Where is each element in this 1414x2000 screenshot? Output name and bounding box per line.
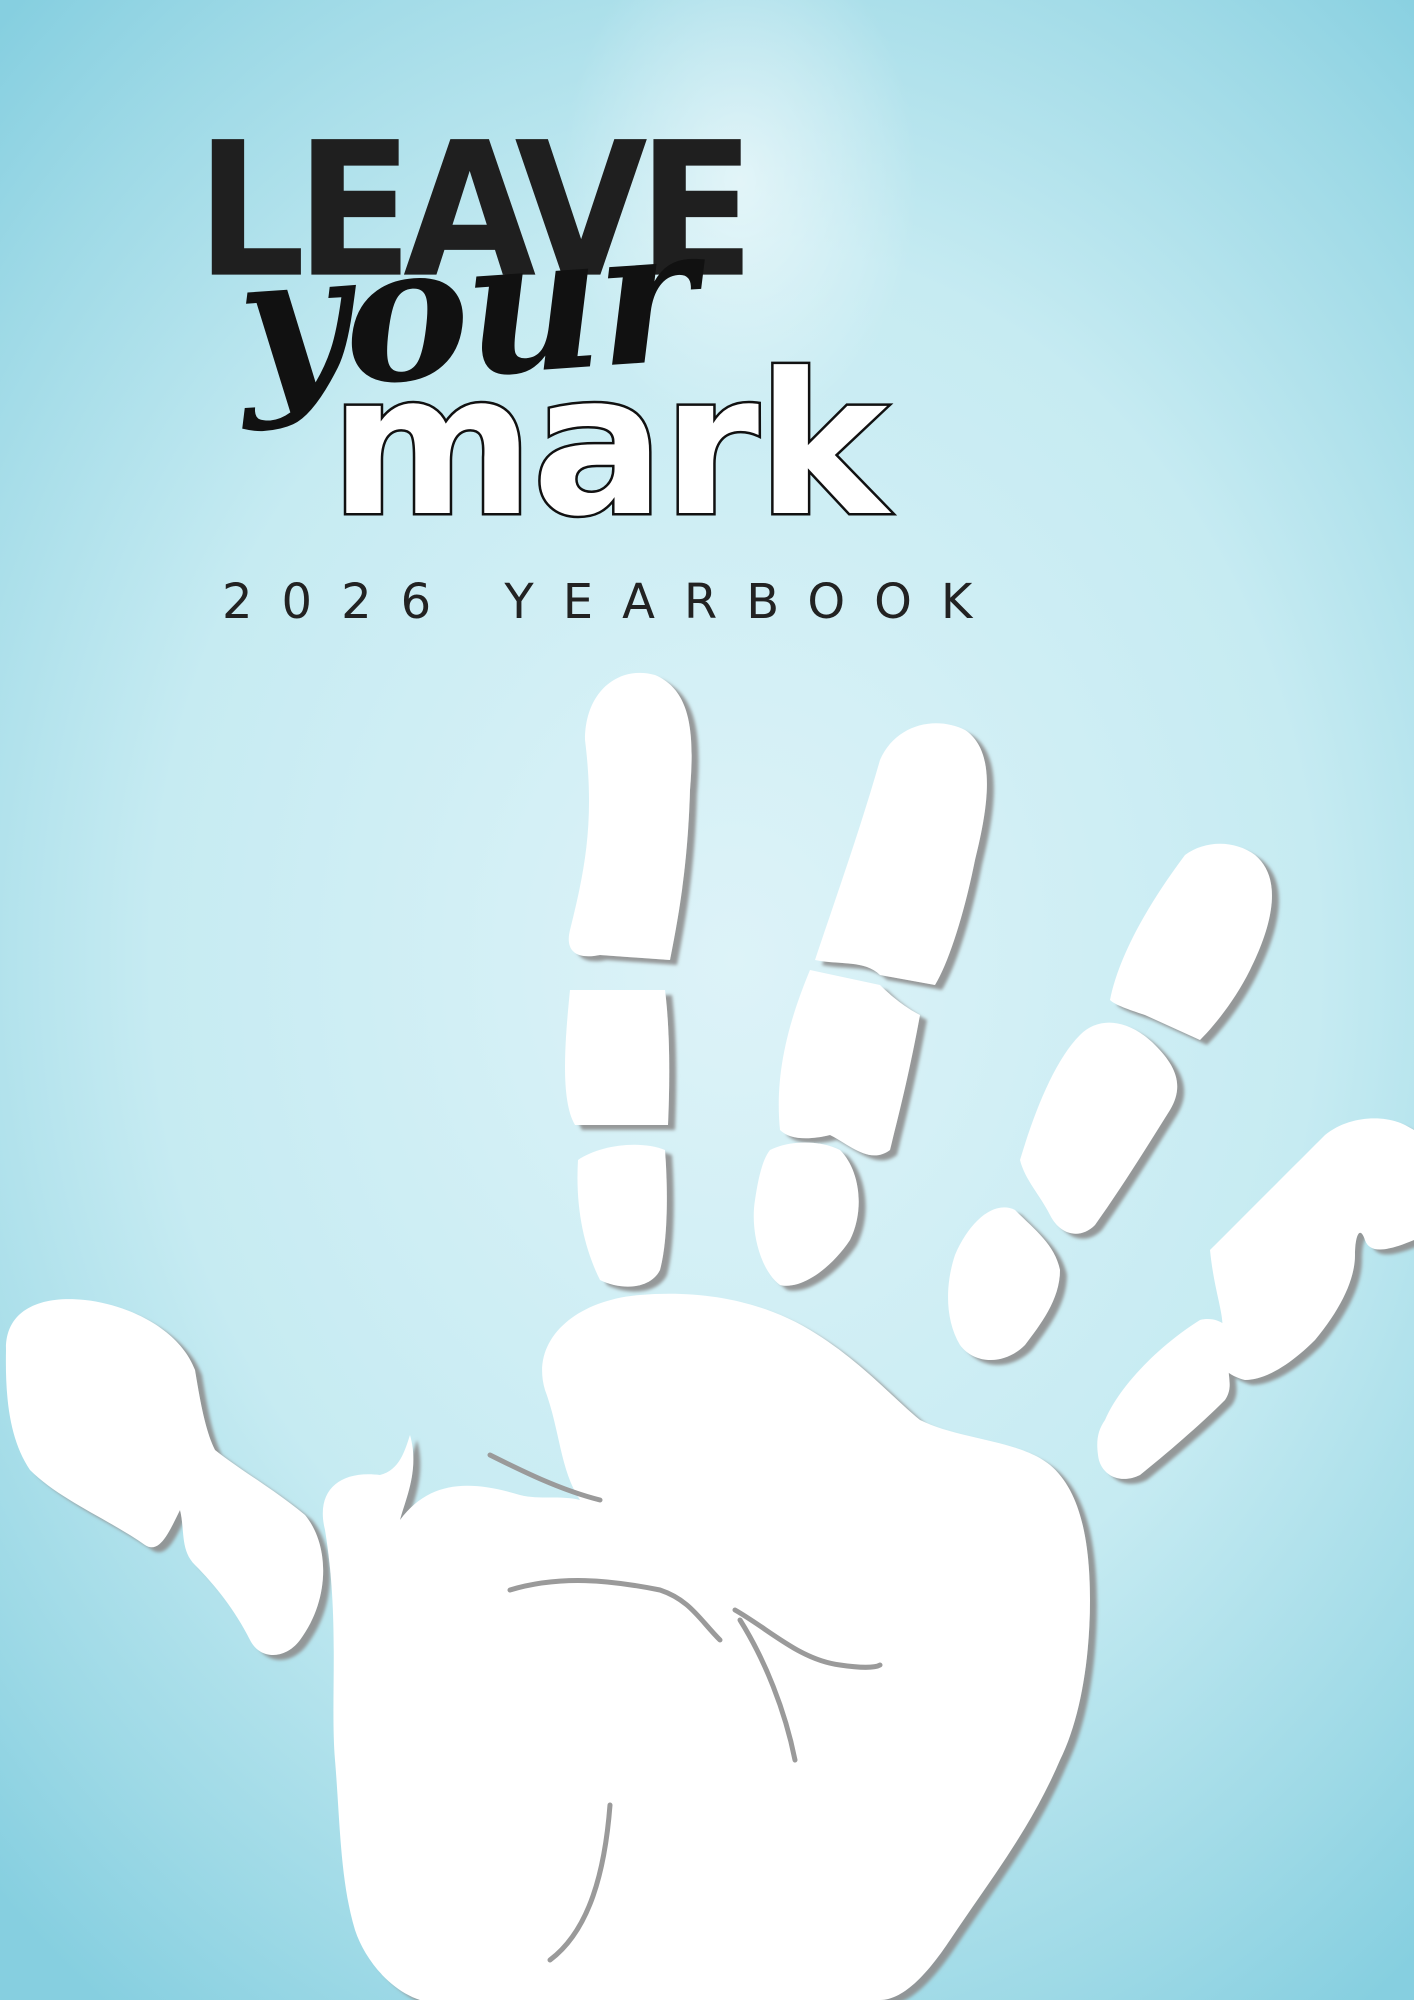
handprint-icon (5, 672, 1414, 2000)
handprint-shape (5, 672, 1414, 2000)
